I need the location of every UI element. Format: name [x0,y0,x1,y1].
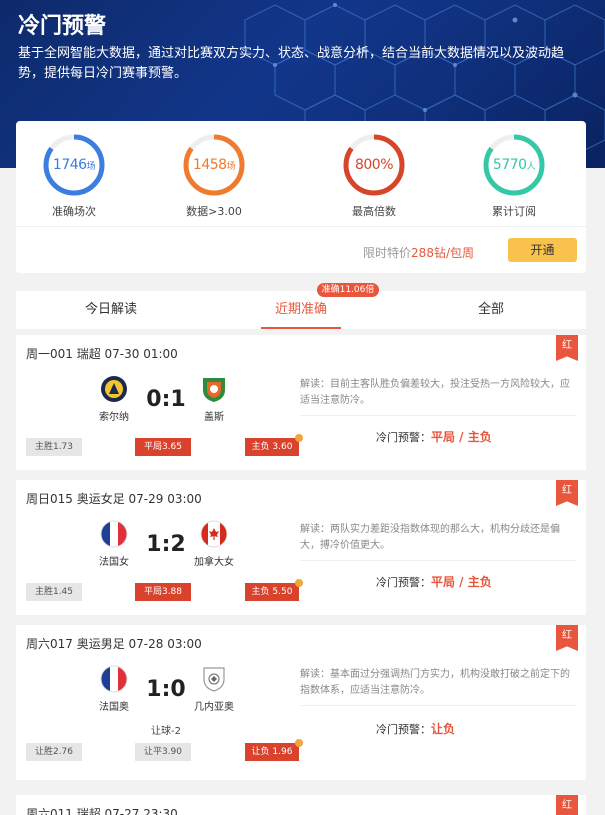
hit-dot-icon [295,739,303,747]
away-team-logo-icon [200,665,228,693]
stat-value: 800% [354,157,394,173]
home-team-logo-icon [100,375,128,403]
home-team: 法国奥 [79,665,149,713]
divider [16,226,586,227]
stat-value: 1458场 [192,157,236,173]
away-team-name: 盖斯 [204,412,224,423]
odds-chip: 主负 3.60 [245,434,303,456]
match-header: 周一001 瑞超 07-30 01:00 [26,347,178,361]
odds-chip: 主负 5.50 [245,579,303,601]
promo-price: 288钻/包周 [411,246,474,260]
promo-text: 限时特价288钻/包周 [363,246,474,260]
odds-chip: 让平3.90 [135,743,191,761]
cold-warning: 冷门预警：让负 [376,722,456,736]
accuracy-badge: 准确11.06倍 [317,283,379,297]
stat-item: 5770人累计订阅 [464,133,564,219]
match-score: 1:2 [146,532,186,557]
stat-item: 800% 最高倍数 [324,133,424,219]
divider [300,705,576,706]
divider [300,415,576,416]
match-score: 1:0 [146,677,186,702]
away-team-logo-icon [200,375,228,403]
active-tab-indicator [261,327,341,329]
tab-all[interactable]: 全部 [426,291,556,329]
cold-warning-value: 平局 / 主负 [431,430,492,444]
stat-value: 1746场 [52,157,96,173]
stat-item: 1746场准确场次 [24,133,124,219]
match-card[interactable]: 周一001 瑞超 07-30 01:00 红索尔纳 盖斯 0:1 解读：目前主客队胜负偏… [16,335,586,470]
match-card[interactable]: 周六017 奥运男足 07-28 03:00 红法国奥 几内亚奥 1:0 让球-2 解读：… [16,625,586,780]
home-team-name: 索尔纳 [99,412,129,423]
tab-bar: 今日解读 近期准确 全部 [16,291,586,329]
stat-ring: 5770人 [482,133,546,197]
match-card[interactable]: 周日015 奥运女足 07-29 03:00 红法国女 加拿大女 1:2 解读：两队实力… [16,480,586,615]
home-team-logo-icon [100,520,128,548]
match-header: 周六011 瑞超 07-27 23:30 [26,807,178,815]
page-title: 冷门预警 [18,14,107,39]
odds-chip: 平局3.88 [135,583,191,601]
stat-item: 1458场数据>3.00 [164,133,264,219]
analysis-text: 解读：目前主客队胜负偏差较大，投注受热一方风险较大，应适当注意防冷。 [300,379,570,406]
stat-ring: 800% [342,133,406,197]
home-team-logo-icon [100,665,128,693]
odds-chip: 平局3.65 [135,438,191,456]
stat-label: 准确场次 [52,205,96,218]
odds-chip: 让负 1.96 [245,739,303,761]
home-team: 索尔纳 [79,375,149,423]
tab-today[interactable]: 今日解读 [46,291,176,329]
stat-label: 累计订阅 [492,205,536,218]
handicap-label: 让球-2 [151,726,181,737]
result-tag: 红 [556,335,578,361]
odds-chip: 主胜1.45 [26,583,82,601]
stat-value: 5770人 [492,157,536,173]
stat-ring: 1746场 [42,133,106,197]
home-team-name: 法国奥 [99,702,129,713]
result-tag: 红 [556,795,578,815]
match-score: 0:1 [146,387,186,412]
page-description: 基于全网智能大数据，通过对比赛双方实力、状态、战意分析，结合当前大数据情况以及波… [18,46,565,81]
result-tag: 红 [556,480,578,506]
match-header: 周日015 奥运女足 07-29 03:00 [26,492,202,506]
analysis-text: 解读：两队实力差距没指数体现的那么大，机构分歧还是偏大，搏冷价值更大。 [300,524,560,551]
hit-dot-icon [295,434,303,442]
match-card[interactable]: 周六011 瑞超 07-27 23:30 红 [16,795,586,815]
stats-card: 1746场准确场次 1458场数据>3.00 800% 最高倍数 5770人累计订阅 限… [16,121,586,273]
odds-chip: 让胜2.76 [26,743,82,761]
match-header: 周六017 奥运男足 07-28 03:00 [26,637,202,651]
stat-label: 最高倍数 [352,205,396,218]
divider [300,560,576,561]
home-team-name: 法国女 [99,557,129,568]
away-team-name: 几内亚奥 [194,702,234,713]
stat-label: 数据>3.00 [186,205,242,218]
home-team: 法国女 [79,520,149,568]
cold-warning: 冷门预警：平局 / 主负 [376,575,492,589]
cold-warning-value: 平局 / 主负 [431,575,492,589]
away-team-name: 加拿大女 [194,557,234,568]
hit-dot-icon [295,579,303,587]
odds-chip: 主胜1.73 [26,438,82,456]
result-tag: 红 [556,625,578,651]
cold-warning: 冷门预警：平局 / 主负 [376,430,492,444]
analysis-text: 解读：基本面过分强调热门方实力，机构没敢打破之前定下的指数体系，应适当注意防冷。 [300,669,570,696]
stat-ring: 1458场 [182,133,246,197]
subscribe-button[interactable]: 开通 [508,238,577,262]
cold-warning-value: 让负 [431,722,456,736]
away-team-logo-icon [200,520,228,548]
